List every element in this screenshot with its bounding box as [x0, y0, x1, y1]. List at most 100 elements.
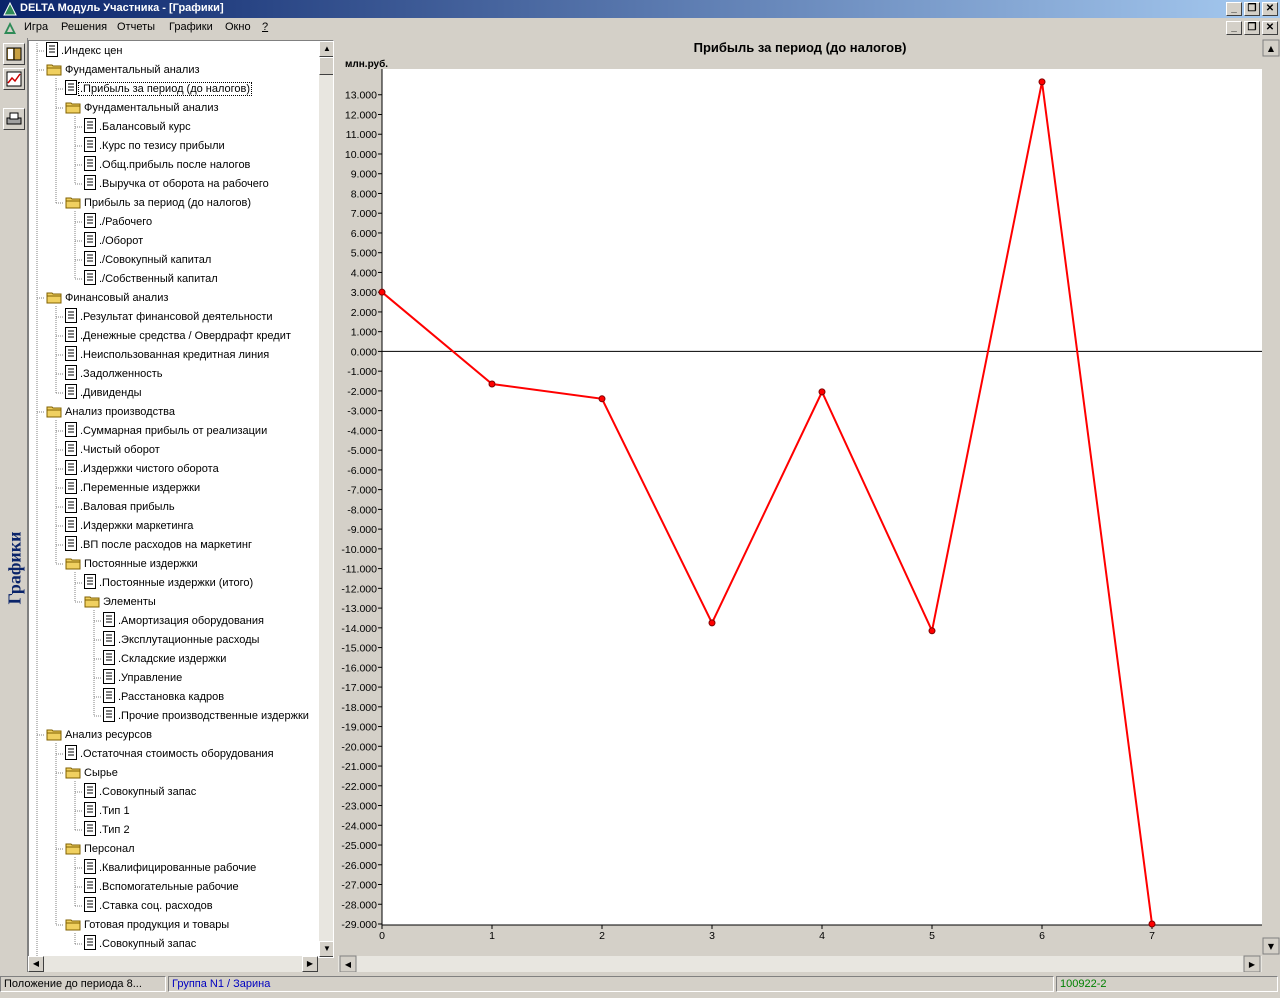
tree-item[interactable]: Готовая продукция и товары: [65, 916, 230, 934]
tree-item[interactable]: .Совокупный запас: [84, 935, 197, 953]
tree-item[interactable]: ./Собственный капитал: [84, 270, 219, 288]
tree-item[interactable]: .Задолженность: [65, 365, 164, 383]
tree-vertical-scrollbar[interactable]: ▲ ▼: [319, 41, 333, 957]
tree-item[interactable]: .Эксплутационные расходы: [103, 631, 260, 649]
tree-item[interactable]: .Издержки маркетинга: [65, 517, 194, 535]
tree-item[interactable]: Фундаментальный анализ: [65, 99, 220, 117]
tree-item[interactable]: .Денежные средства / Овердрафт кредит: [65, 327, 292, 345]
tree-item[interactable]: ./Совокупный капитал: [84, 251, 212, 269]
tree-item[interactable]: .Совокупный запас: [84, 783, 197, 801]
svg-text:◀: ◀: [345, 960, 352, 969]
tree-item[interactable]: .Квалифицированные рабочие: [84, 859, 257, 877]
child-window-controls: _ ❐ ✕: [1226, 21, 1278, 35]
y-tick-label: 10.000: [345, 149, 377, 161]
tree-item[interactable]: Элементы: [84, 593, 157, 611]
child-close-button[interactable]: ✕: [1262, 21, 1278, 35]
tree-item[interactable]: Фундаментальный анализ: [46, 61, 201, 79]
menu-item-help[interactable]: ?: [262, 21, 268, 33]
print-button[interactable]: [3, 108, 25, 130]
y-tick-label: -16.000: [341, 662, 377, 674]
tree-item-label: Анализ ресурсов: [65, 729, 153, 741]
tree-item[interactable]: .Тип 2: [84, 821, 131, 839]
menu-item-game[interactable]: Игра: [24, 21, 48, 33]
tree-item[interactable]: .Чистый оборот: [65, 441, 161, 459]
tree-item[interactable]: .Результат финансовой деятельности: [65, 308, 274, 326]
minimize-button[interactable]: _: [1226, 2, 1242, 16]
menu-item-charts[interactable]: Графики: [169, 21, 213, 33]
menu-item-reports[interactable]: Отчеты: [117, 21, 155, 33]
tree-item-label: .Вспомогательные рабочие: [99, 881, 239, 893]
chart-scroll-down-button[interactable]: ▼: [1262, 937, 1280, 955]
child-minimize-button[interactable]: _: [1226, 21, 1242, 35]
scroll-left-button[interactable]: ◀: [28, 956, 44, 972]
chart-horizontal-scrollbar[interactable]: [338, 956, 1262, 972]
restore-button[interactable]: ❐: [1244, 2, 1260, 16]
tree-item[interactable]: ./Рабочего: [84, 213, 153, 231]
tree-item[interactable]: .Вспомогательные рабочие: [84, 878, 240, 896]
chart-vertical-scrollbar[interactable]: [1262, 38, 1280, 956]
tree-horizontal-scrollbar[interactable]: ◀ ▶: [28, 956, 318, 972]
tree-item[interactable]: .Выручка от оборота на рабочего: [84, 175, 270, 193]
y-tick-label: -11.000: [342, 564, 377, 576]
tree-item[interactable]: .Издержки чистого оборота: [65, 460, 220, 478]
tree-item[interactable]: .Переменные издержки: [65, 479, 201, 497]
menu-item-window[interactable]: Окно: [225, 21, 251, 33]
chart-scroll-up-button[interactable]: ▲: [1262, 39, 1280, 57]
data-point[interactable]: [1148, 920, 1156, 928]
tree-item[interactable]: .Остаточная стоимость оборудования: [65, 745, 275, 763]
tree-item[interactable]: .Валовая прибыль: [65, 498, 176, 516]
data-point[interactable]: [598, 395, 606, 403]
folder-icon: [46, 62, 62, 79]
data-point[interactable]: [378, 288, 386, 296]
tree-item[interactable]: .Суммарная прибыль от реализации: [65, 422, 268, 440]
tree-item[interactable]: .Складские издержки: [103, 650, 227, 668]
y-tick-label: 6.000: [351, 228, 377, 240]
tree-item[interactable]: .Неиспользованная кредитная линия: [65, 346, 270, 364]
data-point[interactable]: [818, 388, 826, 396]
tree-item[interactable]: .Постоянные издержки (итого): [84, 574, 254, 592]
data-point[interactable]: [708, 619, 716, 627]
book-button[interactable]: [3, 43, 25, 65]
child-restore-button[interactable]: ❐: [1244, 21, 1260, 35]
menu-bar: Игра Решения Отчеты Графики Окно ? _ ❐ ✕: [0, 18, 1280, 38]
menu-item-decisions[interactable]: Решения: [61, 21, 107, 33]
tree-item[interactable]: Персонал: [65, 840, 136, 858]
tree-item-label: .Валовая прибыль: [80, 501, 175, 513]
y-tick-label: 5.000: [351, 248, 377, 260]
scroll-down-button[interactable]: ▼: [319, 941, 333, 957]
data-point[interactable]: [488, 380, 496, 388]
tree-item[interactable]: Финансовый анализ: [46, 289, 169, 307]
data-point[interactable]: [1038, 78, 1046, 86]
close-button[interactable]: ✕: [1262, 2, 1278, 16]
tree-item[interactable]: .Прибыль за период (до налогов): [65, 80, 253, 98]
tree-item[interactable]: .Управление: [103, 669, 183, 687]
tree-item[interactable]: .Ставка соц. расходов: [84, 897, 214, 915]
tree-item[interactable]: Постоянные издержки: [65, 555, 199, 573]
y-tick-label: -8.000: [347, 504, 377, 516]
tree-item[interactable]: .Балансовый курс: [84, 118, 192, 136]
tree-item[interactable]: Прибыль за период (до налогов): [65, 194, 252, 212]
tree-item[interactable]: .Курс по тезису прибыли: [84, 137, 226, 155]
scroll-thumb[interactable]: [319, 57, 333, 75]
y-tick-label: 2.000: [351, 307, 377, 319]
tree-item[interactable]: .Амортизация оборудования: [103, 612, 265, 630]
tree-item-label: .Прочие производственные издержки: [118, 710, 309, 722]
tree-item[interactable]: ./Оборот: [84, 232, 144, 250]
scroll-right-button[interactable]: ▶: [302, 956, 318, 972]
tree-item[interactable]: .Общ.прибыль после налогов: [84, 156, 251, 174]
tree-item[interactable]: .Прочие производственные издержки: [103, 707, 310, 725]
delta-logo-icon[interactable]: [3, 21, 17, 35]
chart-scroll-right-button[interactable]: ▶: [1243, 955, 1261, 972]
scroll-up-button[interactable]: ▲: [319, 41, 333, 57]
data-point[interactable]: [928, 627, 936, 635]
tree-item[interactable]: .Дивиденды: [65, 384, 143, 402]
tree-item[interactable]: Анализ ресурсов: [46, 726, 153, 744]
chart-button[interactable]: [3, 68, 25, 90]
tree-item[interactable]: .Индекс цен: [46, 42, 123, 60]
tree-item[interactable]: Анализ производства: [46, 403, 176, 421]
tree-item[interactable]: .ВП после расходов на маркетинг: [65, 536, 253, 554]
tree-item[interactable]: Сырье: [65, 764, 119, 782]
chart-scroll-left-button[interactable]: ◀: [339, 955, 357, 972]
tree-item[interactable]: .Тип 1: [84, 802, 131, 820]
tree-item[interactable]: .Расстановка кадров: [103, 688, 225, 706]
